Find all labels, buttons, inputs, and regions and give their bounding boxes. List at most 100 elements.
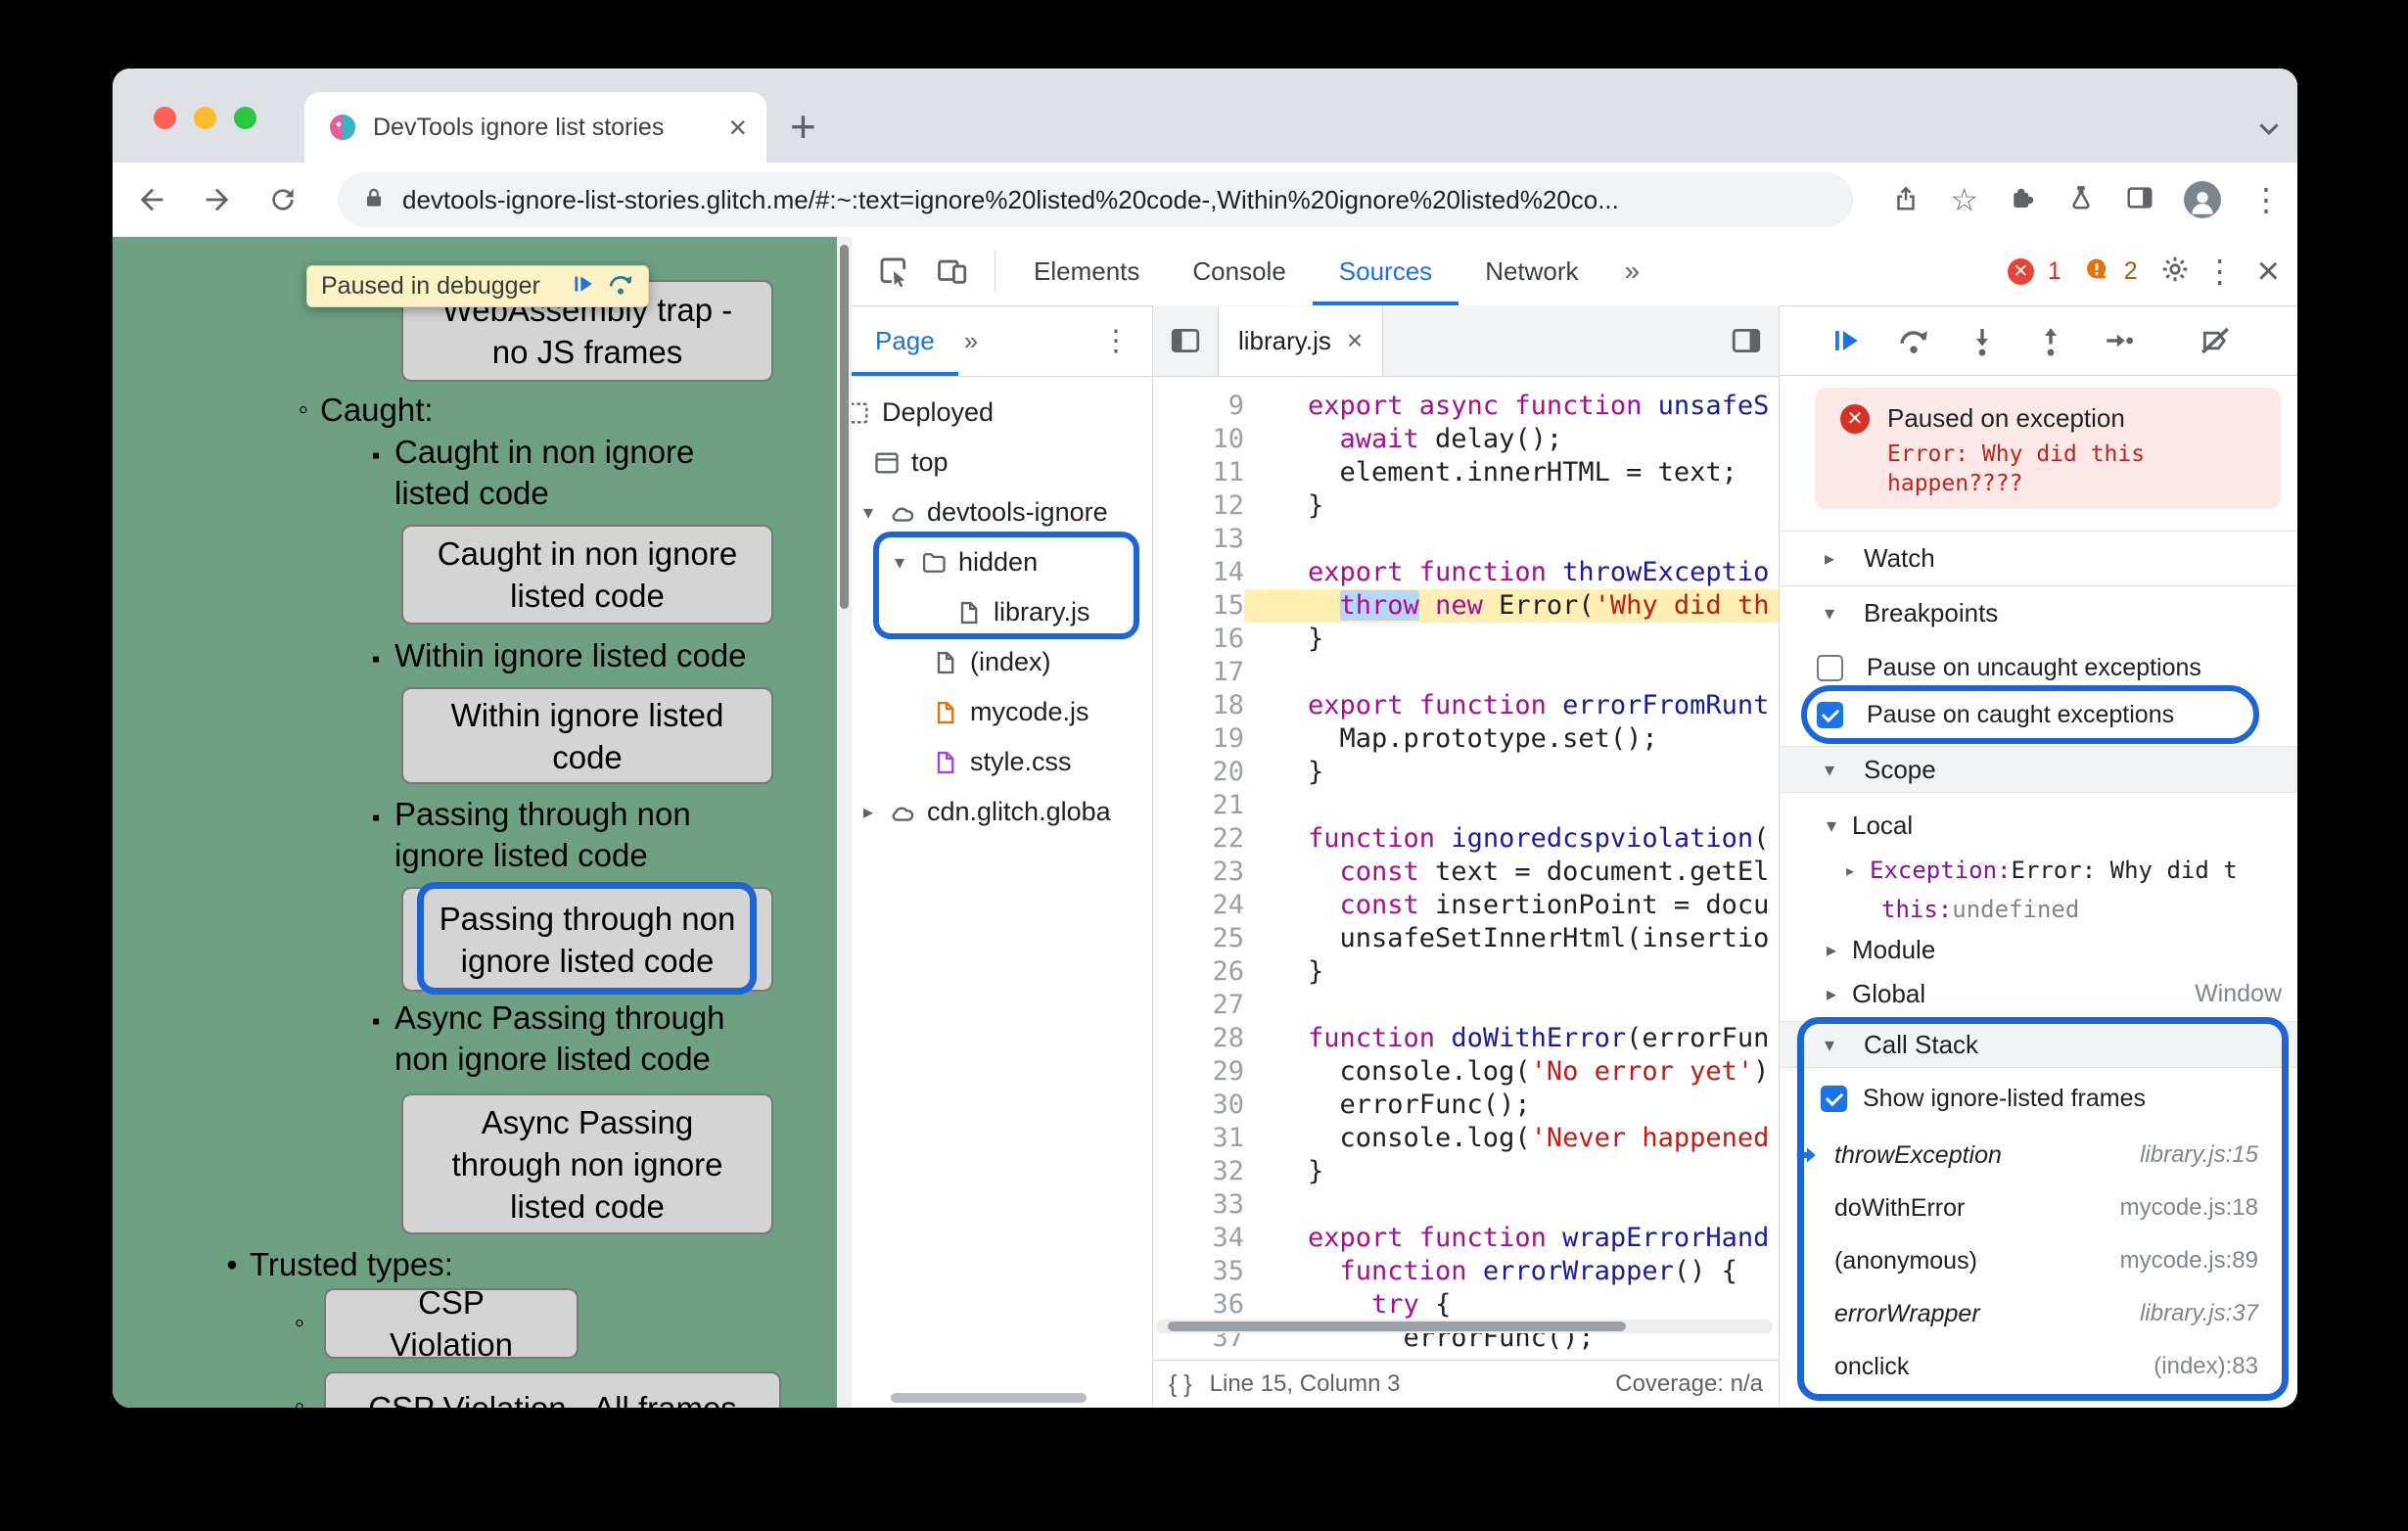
- forward-button[interactable]: [198, 180, 237, 219]
- tree-row[interactable]: mycode.js: [852, 687, 1152, 737]
- line-number[interactable]: 14: [1153, 556, 1244, 589]
- frame-location[interactable]: mycode.js:89: [2120, 1247, 2258, 1275]
- code-line[interactable]: 28 function doWithError(errorFun: [1153, 1022, 1779, 1055]
- chevron-down-icon[interactable]: ▾: [895, 550, 920, 575]
- error-count[interactable]: 1: [2048, 257, 2061, 286]
- csp-violation-all-frames-button[interactable]: CSP Violation - All frames: [324, 1371, 781, 1408]
- code-line[interactable]: 19 Map.prototype.set();: [1153, 722, 1779, 756]
- line-number[interactable]: 28: [1153, 1022, 1244, 1055]
- code-line[interactable]: 10 await delay();: [1153, 423, 1779, 456]
- line-number[interactable]: 16: [1153, 623, 1244, 656]
- code-line[interactable]: 26}: [1153, 955, 1779, 989]
- line-number[interactable]: 33: [1153, 1188, 1244, 1222]
- tree-row[interactable]: Deployed: [852, 388, 1152, 438]
- tree-row[interactable]: ▸ cdn.glitch.globa: [852, 787, 1152, 837]
- line-number[interactable]: 26: [1153, 955, 1244, 989]
- code-line[interactable]: 36 try {: [1153, 1288, 1779, 1322]
- line-number[interactable]: 23: [1153, 856, 1244, 889]
- call-stack-frame[interactable]: (anonymous) mycode.js:89: [1780, 1234, 2297, 1287]
- line-number[interactable]: 10: [1153, 423, 1244, 456]
- more-tabs-icon[interactable]: »: [1605, 255, 1660, 287]
- code-line[interactable]: 22 function ignoredcspviolation(: [1153, 822, 1779, 856]
- flask-extension-icon[interactable]: [2066, 183, 2096, 217]
- code-line[interactable]: 24 const insertionPoint = docu: [1153, 889, 1779, 922]
- tab-sources[interactable]: Sources: [1312, 237, 1459, 305]
- editor-hscrollbar[interactable]: [1156, 1320, 1773, 1333]
- tree-row[interactable]: library.js: [852, 587, 1152, 637]
- zoom-window-button[interactable]: [234, 107, 256, 129]
- navigator-menu-kebab-icon[interactable]: ⋮: [1101, 324, 1131, 358]
- tab-network[interactable]: Network: [1459, 237, 1604, 305]
- tab-page[interactable]: Page: [852, 305, 958, 376]
- line-number[interactable]: 36: [1153, 1288, 1244, 1322]
- devtools-menu-kebab-icon[interactable]: ⋮: [2204, 255, 2236, 287]
- code-line[interactable]: 15 throw new Error('Why did th: [1153, 589, 1779, 623]
- call-stack-frame[interactable]: errorWrapper library.js:37: [1780, 1287, 2297, 1340]
- tree-row[interactable]: top: [852, 438, 1152, 487]
- issue-count[interactable]: 2: [2124, 257, 2138, 286]
- error-count-icon[interactable]: ✕: [2007, 257, 2034, 285]
- address-input[interactable]: devtools-ignore-list-stories.glitch.me/#…: [338, 172, 1853, 227]
- minimize-window-button[interactable]: [194, 107, 216, 129]
- browser-menu-kebab-icon[interactable]: ⋮: [2250, 184, 2282, 215]
- code-line[interactable]: 27: [1153, 989, 1779, 1022]
- frame-location[interactable]: library.js:15: [2140, 1141, 2258, 1169]
- code-line[interactable]: 30 errorFunc();: [1153, 1089, 1779, 1122]
- side-panel-icon[interactable]: [2125, 183, 2154, 217]
- line-number[interactable]: 22: [1153, 822, 1244, 856]
- code-line[interactable]: 9 export async function unsafeS: [1153, 390, 1779, 423]
- step-over-overlay-icon[interactable]: [607, 270, 634, 302]
- page-scrollbar[interactable]: [837, 237, 852, 1408]
- tab-elements[interactable]: Elements: [1007, 237, 1166, 305]
- frame-location[interactable]: (index):83: [2153, 1353, 2258, 1380]
- close-window-button[interactable]: [154, 107, 176, 129]
- csp-violation-button[interactable]: CSP Violation: [324, 1284, 579, 1363]
- caught-button[interactable]: Caught in non ignore listed code: [401, 525, 773, 625]
- code-line[interactable]: 33: [1153, 1188, 1779, 1222]
- line-number[interactable]: 27: [1153, 989, 1244, 1022]
- code-line[interactable]: 16}: [1153, 623, 1779, 656]
- code-line[interactable]: 21: [1153, 789, 1779, 822]
- navigator-hscrollbar-thumb[interactable]: [891, 1393, 1087, 1403]
- chevron-right-icon[interactable]: ▸: [863, 800, 889, 824]
- editor-hscrollbar-thumb[interactable]: [1168, 1322, 1626, 1331]
- line-number[interactable]: 31: [1153, 1122, 1244, 1155]
- tree-row[interactable]: ▾ devtools-ignore: [852, 487, 1152, 537]
- back-button[interactable]: [132, 180, 171, 219]
- code-line[interactable]: 20}: [1153, 756, 1779, 789]
- code-line[interactable]: 35 function errorWrapper() {: [1153, 1255, 1779, 1288]
- line-number[interactable]: 20: [1153, 756, 1244, 789]
- line-number[interactable]: 19: [1153, 722, 1244, 756]
- frame-location[interactable]: mycode.js:18: [2120, 1194, 2258, 1222]
- line-number[interactable]: 32: [1153, 1155, 1244, 1188]
- bookmark-star-icon[interactable]: ☆: [1950, 184, 1978, 215]
- line-number[interactable]: 17: [1153, 656, 1244, 689]
- chevron-down-icon[interactable]: ▾: [863, 500, 889, 525]
- tree-row[interactable]: ▾ hidden: [852, 537, 1152, 587]
- editor-tab-close-icon[interactable]: ×: [1347, 327, 1363, 354]
- call-stack-frame[interactable]: throwException library.js:15: [1780, 1129, 2297, 1182]
- extensions-puzzle-icon[interactable]: [2008, 183, 2037, 217]
- line-number[interactable]: 24: [1153, 889, 1244, 922]
- editor-tab-libraryjs[interactable]: library.js ×: [1218, 305, 1384, 376]
- line-number[interactable]: 11: [1153, 456, 1244, 489]
- code-line[interactable]: 17: [1153, 656, 1779, 689]
- line-number[interactable]: 25: [1153, 922, 1244, 955]
- line-number[interactable]: 35: [1153, 1255, 1244, 1288]
- call-stack-frame[interactable]: doWithError mycode.js:18: [1780, 1182, 2297, 1234]
- profile-avatar[interactable]: [2184, 181, 2221, 218]
- new-tab-button[interactable]: +: [790, 104, 816, 149]
- code-line[interactable]: 23 const text = document.getEl: [1153, 856, 1779, 889]
- browser-tab[interactable]: DevTools ignore list stories ×: [304, 92, 766, 162]
- inspect-element-icon[interactable]: [877, 255, 910, 288]
- code-line[interactable]: 12}: [1153, 489, 1779, 523]
- passing-through-button[interactable]: Passing through non ignore listed code: [401, 887, 773, 992]
- line-number[interactable]: 30: [1153, 1089, 1244, 1122]
- toggle-debugger-sidebar-icon[interactable]: [1730, 324, 1763, 357]
- page-scrollbar-thumb[interactable]: [840, 245, 849, 609]
- tab-search-chevron-icon[interactable]: [2252, 112, 2286, 145]
- line-number[interactable]: 15: [1153, 589, 1244, 623]
- code-line[interactable]: 14 export function throwExceptio: [1153, 556, 1779, 589]
- pretty-print-icon[interactable]: { }: [1169, 1370, 1192, 1399]
- tab-console[interactable]: Console: [1166, 237, 1312, 305]
